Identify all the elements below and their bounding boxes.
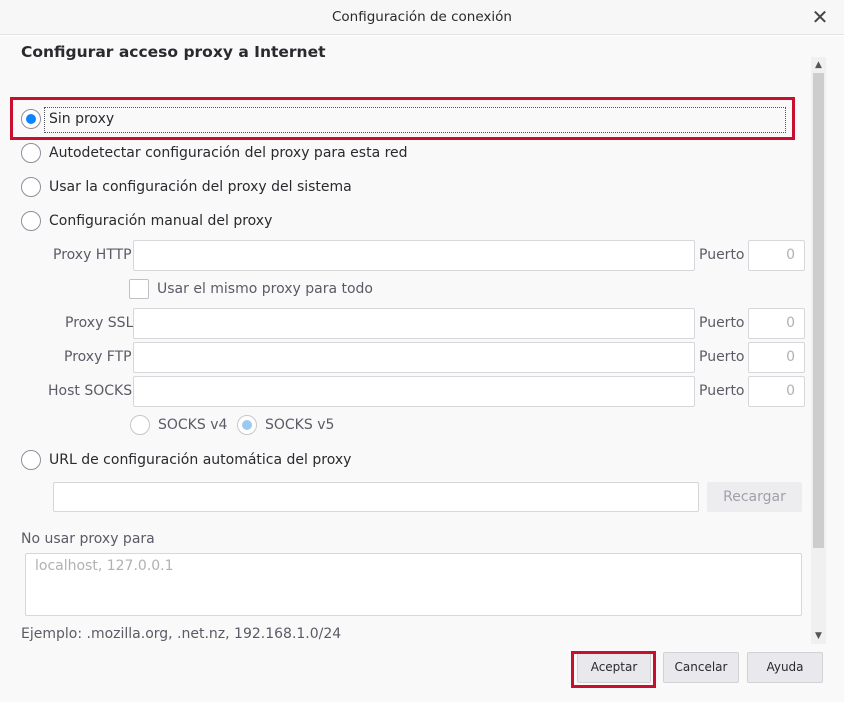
auto-config-url-input[interactable] [53,482,699,512]
label-auto-detect[interactable]: Autodetectar configuración del proxy par… [49,145,408,161]
chevron-up-icon[interactable]: ▲ [811,57,826,73]
label-ssl-port: Puerto [699,315,745,331]
label-auto-config-url[interactable]: URL de configuración automática del prox… [49,452,351,468]
radio-system-proxy[interactable] [21,177,41,197]
label-ssl-proxy: Proxy SSL [65,315,134,331]
radio-no-proxy[interactable] [21,109,41,129]
same-proxy-checkbox[interactable] [129,279,149,299]
label-ftp-port: Puerto [699,349,745,365]
title-bar: Configuración de conexión ✕ [0,0,844,35]
close-icon[interactable]: ✕ [808,5,832,29]
label-no-proxy-for: No usar proxy para [21,531,155,547]
help-button[interactable]: Ayuda [747,652,823,683]
http-port-input[interactable]: 0 [748,240,805,271]
cancel-button[interactable]: Cancelar [663,652,739,683]
no-proxy-for-textarea[interactable]: localhost, 127.0.0.1 [25,553,802,616]
window-title: Configuración de conexión [331,9,512,25]
ssl-proxy-input[interactable] [133,308,695,339]
label-socks-port: Puerto [699,383,745,399]
reload-button[interactable]: Recargar [707,482,802,512]
label-http-port: Puerto [699,247,745,263]
socks-host-input[interactable] [133,376,695,407]
label-system-proxy[interactable]: Usar la configuración del proxy del sist… [49,179,352,195]
label-socks-host: Host SOCKS [48,383,133,399]
scrollbar[interactable]: ▲ ▼ [811,57,826,644]
ftp-proxy-input[interactable] [133,342,695,373]
label-socks-v5[interactable]: SOCKS v5 [265,417,334,433]
label-same-proxy[interactable]: Usar el mismo proxy para todo [157,281,373,297]
http-proxy-input[interactable] [133,240,695,271]
chevron-down-icon[interactable]: ▼ [811,628,826,644]
radio-auto-detect[interactable] [21,143,41,163]
label-no-proxy[interactable]: Sin proxy [49,111,114,127]
radio-socks-v5[interactable] [237,415,257,435]
scroll-thumb[interactable] [813,73,824,548]
label-ftp-proxy: Proxy FTP [64,349,132,365]
ftp-port-input[interactable]: 0 [748,342,805,373]
ssl-port-input[interactable]: 0 [748,308,805,339]
label-socks-v4[interactable]: SOCKS v4 [158,417,227,433]
label-http-proxy: Proxy HTTP [53,247,132,263]
radio-manual-proxy[interactable] [21,211,41,231]
ok-button[interactable]: Aceptar [577,652,651,683]
example-hint: Ejemplo: .mozilla.org, .net.nz, 192.168.… [21,626,342,642]
radio-auto-config-url[interactable] [21,450,41,470]
section-title: Configurar acceso proxy a Internet [21,43,326,61]
socks-port-input[interactable]: 0 [748,376,805,407]
radio-socks-v4[interactable] [130,415,150,435]
label-manual-proxy[interactable]: Configuración manual del proxy [49,213,272,229]
